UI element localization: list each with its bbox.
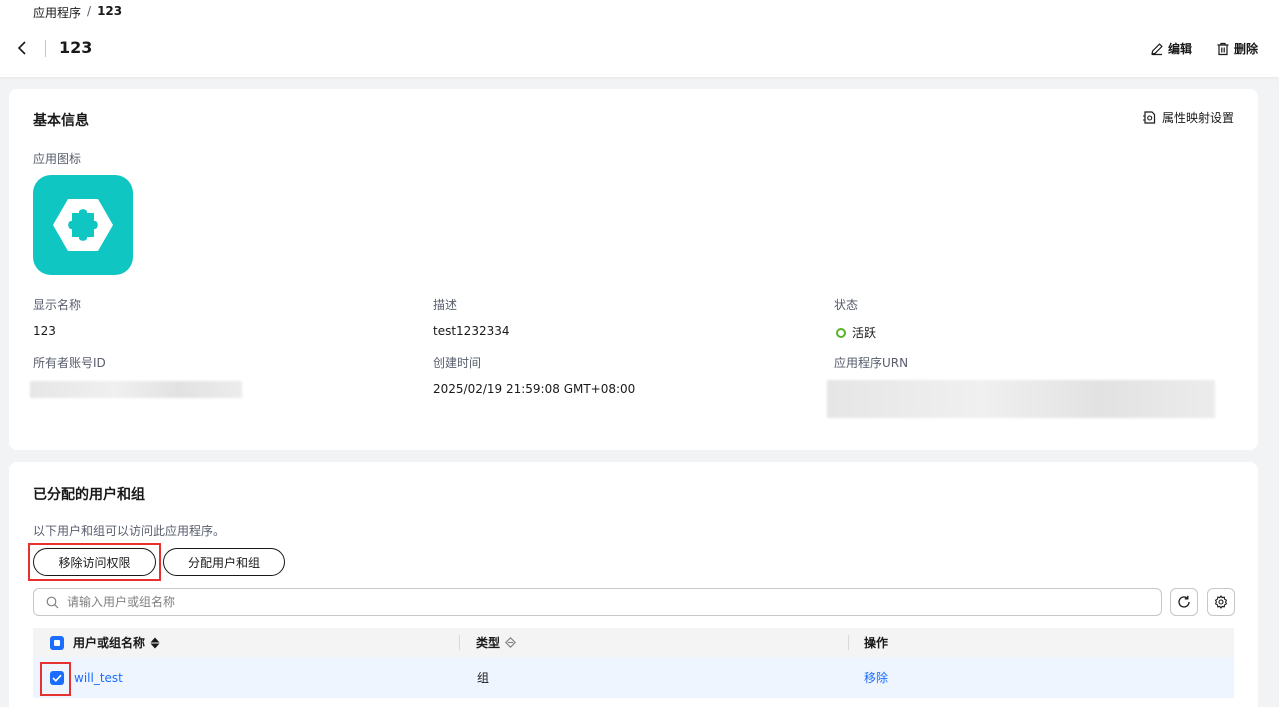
search-input[interactable] — [67, 595, 1161, 609]
row-name-link[interactable]: will_test — [74, 657, 123, 698]
breadcrumb-current: 123 — [97, 4, 123, 18]
select-all-checkbox[interactable] — [50, 635, 64, 650]
top-bar: 应用程序 / 123 123 编辑 删除 — [0, 0, 1279, 77]
remove-access-button[interactable]: 移除访问权限 — [33, 548, 156, 576]
row-type: 组 — [477, 671, 490, 685]
trash-icon — [1217, 42, 1229, 55]
status-text: 活跃 — [852, 326, 877, 340]
sort-icon[interactable] — [150, 637, 160, 649]
description-value: test1232334 — [433, 324, 510, 338]
edit-label: 编辑 — [1167, 42, 1192, 56]
status-value: 活跃 — [836, 324, 876, 341]
row-remove-link[interactable]: 移除 — [864, 657, 888, 698]
assigned-table: 用户或组名称 类型 操作 will_test 组 移除 — [33, 628, 1234, 698]
breadcrumb-separator: / — [87, 4, 92, 18]
status-active-icon — [836, 328, 846, 338]
urn-label: 应用程序URN — [834, 356, 909, 370]
column-divider — [459, 635, 460, 650]
assign-users-button[interactable]: 分配用户和组 — [163, 548, 285, 576]
table-row[interactable]: will_test 组 移除 — [33, 657, 1234, 698]
assigned-title: 已分配的用户和组 — [33, 487, 145, 503]
pencil-icon — [1151, 42, 1163, 55]
search-icon — [46, 596, 59, 608]
table-settings-button[interactable] — [1207, 588, 1235, 616]
owner-id-value-redacted — [30, 381, 242, 398]
status-label: 状态 — [834, 298, 859, 312]
col-header-name[interactable]: 用户或组名称 — [73, 628, 160, 657]
attribute-mapping-label: 属性映射设置 — [1161, 111, 1234, 125]
mapping-settings-icon — [1142, 111, 1156, 124]
puzzle-icon — [53, 199, 113, 251]
breadcrumb-parent[interactable]: 应用程序 — [33, 4, 81, 21]
refresh-icon — [1178, 595, 1190, 608]
select-all-cell — [50, 628, 64, 657]
created-time-label: 创建时间 — [433, 356, 482, 370]
highlight-row-checkbox — [40, 662, 71, 696]
page-title: 123 — [59, 38, 93, 57]
display-name-label: 显示名称 — [33, 298, 82, 312]
indeterminate-mark — [54, 639, 60, 646]
description-label: 描述 — [433, 298, 458, 312]
delete-label: 删除 — [1233, 42, 1258, 56]
col-header-action: 操作 — [864, 636, 889, 650]
search-box — [33, 588, 1162, 616]
delete-button[interactable]: 删除 — [1216, 40, 1258, 57]
app-icon — [33, 175, 133, 275]
back-button[interactable] — [13, 39, 31, 57]
owner-id-label: 所有者账号ID — [33, 356, 106, 370]
attribute-mapping-button[interactable]: 属性映射设置 — [1142, 109, 1234, 126]
assigned-users-card: 已分配的用户和组 以下用户和组可以访问此应用程序。 移除访问权限 分配用户和组 … — [9, 462, 1258, 707]
basic-info-card: 基本信息 属性映射设置 应用图标 显示名称 123 描述 test1232334… — [9, 89, 1258, 450]
title-divider — [45, 40, 46, 57]
header-actions: 编辑 删除 — [1150, 40, 1258, 57]
col-header-type-label: 类型 — [476, 636, 501, 650]
col-header-name-label: 用户或组名称 — [73, 636, 146, 650]
table-header: 用户或组名称 类型 操作 — [33, 628, 1234, 657]
column-divider — [848, 635, 849, 650]
display-name-value: 123 — [33, 324, 56, 338]
urn-value-redacted — [827, 380, 1215, 418]
basic-info-title: 基本信息 — [33, 113, 89, 129]
col-header-type[interactable]: 类型 — [476, 628, 516, 657]
chevron-left-icon — [17, 41, 26, 55]
app-icon-label: 应用图标 — [33, 152, 82, 166]
assigned-subtitle: 以下用户和组可以访问此应用程序。 — [33, 524, 226, 538]
filter-icon[interactable] — [505, 637, 516, 648]
refresh-button[interactable] — [1170, 588, 1198, 616]
gear-icon — [1214, 595, 1228, 609]
breadcrumb: 应用程序 / 123 — [33, 4, 122, 21]
created-time-value: 2025/02/19 21:59:08 GMT+08:00 — [433, 382, 636, 396]
edit-button[interactable]: 编辑 — [1150, 40, 1192, 57]
